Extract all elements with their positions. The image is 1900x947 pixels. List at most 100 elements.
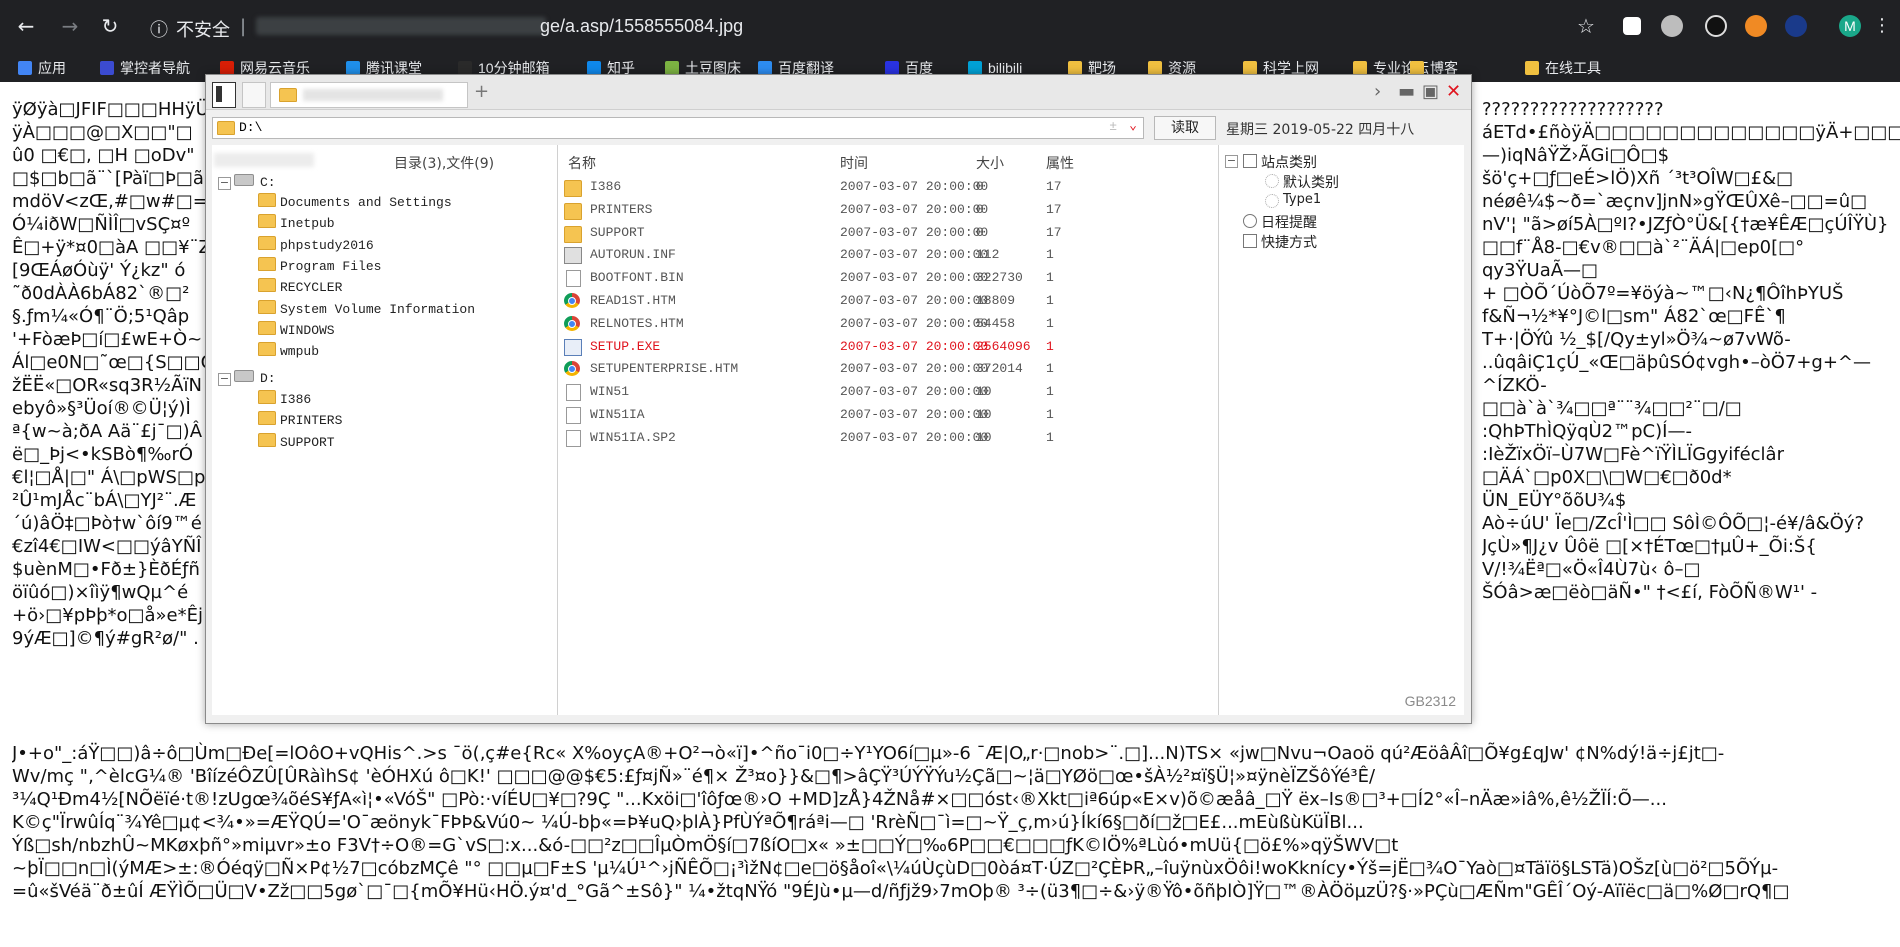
- tree-folder[interactable]: phpstudy2016: [258, 235, 374, 256]
- reload-icon[interactable]: ↻: [98, 14, 122, 38]
- security-label: 不安全: [176, 20, 230, 41]
- column-header-name[interactable]: 名称: [568, 153, 596, 173]
- tree-folder[interactable]: I386: [258, 390, 311, 410]
- file-row[interactable]: WIN51 2007-03-07 20:00:00 10 1: [558, 380, 1218, 403]
- column-header-attr[interactable]: 属性: [1046, 153, 1074, 173]
- bookmark-item[interactable]: 掌控者导航: [100, 58, 190, 78]
- file-name: READ1ST.HTM: [590, 293, 676, 308]
- dropdown-chevron-icon[interactable]: ⌄: [1129, 118, 1137, 133]
- file-icon: [566, 429, 581, 447]
- category-icon: [1243, 154, 1257, 168]
- file-row[interactable]: WIN51IA.SP2 2007-03-07 20:00:00 10 1: [558, 426, 1218, 449]
- collapse-icon[interactable]: −: [218, 373, 231, 386]
- extension-fox-icon[interactable]: [1745, 15, 1767, 37]
- folder-icon: [1068, 61, 1082, 75]
- file-row[interactable]: BOOTFONT.BIN 2007-03-07 20:00:00 322730 1: [558, 266, 1218, 289]
- bookmark-item[interactable]: 应用: [18, 58, 66, 78]
- plus-minus-icon[interactable]: ±: [1109, 119, 1117, 134]
- file-row[interactable]: WIN51IA 2007-03-07 20:00:00 10 1: [558, 403, 1218, 426]
- garbled-line: nV'¦ "ã>øí5À□ºI?•JZƒÒ°Ü&[{†æ¥ÊÆ□çÚÎŸÙ}: [1482, 214, 1889, 235]
- extension-dark-icon[interactable]: [1705, 15, 1727, 37]
- tree-folder[interactable]: Inetpub: [258, 214, 335, 234]
- site-category-default[interactable]: 默认类别: [1283, 172, 1339, 192]
- bookmark-favicon-icon: [758, 61, 772, 75]
- file-name: SETUPENTERPRISE.HTM: [590, 361, 739, 377]
- file-row[interactable]: I386 2007-03-07 20:00:00 0 17: [558, 175, 1218, 198]
- file-attr: 1: [1046, 338, 1054, 354]
- tab-drive-d[interactable]: [270, 82, 468, 108]
- tree-folder[interactable]: RECYCLER: [258, 278, 342, 298]
- back-arrow-icon[interactable]: ←: [14, 14, 38, 38]
- tree-label: C:: [260, 175, 276, 190]
- bookmark-item[interactable]: 在线工具: [1525, 58, 1601, 78]
- file-row[interactable]: SUPPORT 2007-03-07 20:00:00 0 17: [558, 221, 1218, 244]
- tree-folder[interactable]: SUPPORT: [258, 432, 335, 453]
- address-bar[interactable]: ⓘ 不安全 | ge/a.asp/1558555084.jpg: [138, 10, 1608, 42]
- tree-folder[interactable]: Documents and Settings: [258, 193, 452, 213]
- collapse-icon[interactable]: −: [1225, 155, 1238, 168]
- extension-h-icon[interactable]: [1623, 17, 1641, 35]
- panel-toggle-icon[interactable]: [212, 82, 236, 108]
- extension-star-icon[interactable]: [1785, 15, 1807, 37]
- tree-folder[interactable]: wmpub: [258, 342, 319, 362]
- file-time: 2007-03-07 20:00:00: [840, 315, 989, 331]
- garbled-line: —)iqNâŸŽ›ÃGi□Ô□$: [1482, 145, 1670, 166]
- redacted-label: [214, 153, 314, 167]
- chevron-right-icon[interactable]: ›: [1374, 81, 1381, 102]
- shortcut-item[interactable]: 快捷方式: [1261, 232, 1317, 252]
- file-attr: 1: [1046, 407, 1054, 422]
- garbled-line: ÜN_EÜY°õõU¾$: [1482, 490, 1627, 511]
- file-attr: 1: [1046, 293, 1054, 308]
- bookmark-favicon-icon: [346, 61, 360, 75]
- minimize-icon[interactable]: ▬: [1398, 81, 1415, 102]
- column-header-time[interactable]: 时间: [840, 153, 868, 173]
- file-size: 0: [976, 201, 984, 217]
- tree-drive[interactable]: C:: [234, 173, 276, 193]
- date-display: 星期三 2019-05-22 四月十八: [1226, 122, 1415, 138]
- file-row[interactable]: PRINTERS 2007-03-07 20:00:00 0 17: [558, 198, 1218, 221]
- file-row[interactable]: AUTORUN.INF 2007-03-07 20:00:00 112 1: [558, 243, 1218, 266]
- maximize-icon[interactable]: ▣: [1422, 81, 1439, 102]
- file-time: 2007-03-07 20:00:00: [840, 407, 989, 422]
- file-row[interactable]: READ1ST.HTM 2007-03-07 20:00:00 18809 1: [558, 289, 1218, 312]
- tree-folder[interactable]: WINDOWS: [258, 320, 335, 341]
- profile-avatar[interactable]: M: [1839, 15, 1861, 37]
- tree-folder[interactable]: System Volume Information: [258, 299, 475, 320]
- tab-blank-icon[interactable]: [242, 82, 266, 108]
- extension-gear-icon[interactable]: [1661, 15, 1683, 37]
- bookmark-label: 在线工具: [1545, 60, 1601, 76]
- file-list-pane: 名称 时间 大小 属性 I386 2007-03-07 20:00:00 0 17 PR…: [558, 145, 1219, 715]
- garbled-line: šö'ç+□ƒ□eÉ>lÖ)Xñ ´³t³OÎW□£&□: [1482, 168, 1794, 189]
- close-icon[interactable]: ✕: [1446, 81, 1461, 102]
- schedule-reminder-item[interactable]: 日程提醒: [1261, 212, 1317, 232]
- collapse-icon[interactable]: −: [218, 177, 231, 190]
- tree-folder[interactable]: PRINTERS: [258, 411, 342, 431]
- tree-drive[interactable]: D:: [234, 369, 276, 389]
- menu-kebab-icon[interactable]: ⋮: [1870, 14, 1894, 38]
- file-time: 2007-03-07 20:00:00: [840, 384, 989, 400]
- tree-label: RECYCLER: [280, 280, 343, 296]
- drive-icon: [234, 370, 254, 382]
- folder-icon: [217, 121, 235, 135]
- site-category-type1[interactable]: Type1: [1283, 192, 1321, 207]
- forward-arrow-icon[interactable]: →: [58, 14, 82, 38]
- tree-label: Documents and Settings: [280, 195, 452, 210]
- path-input[interactable]: D:\ ± ⌄: [212, 117, 1144, 139]
- tree-folder[interactable]: Program Files: [258, 256, 381, 277]
- chrome-icon: [564, 361, 580, 377]
- bookmark-favicon-icon: [100, 61, 114, 75]
- file-time: 2007-03-07 20:00:00: [840, 201, 989, 217]
- info-icon[interactable]: ⓘ: [150, 16, 168, 42]
- column-header-size[interactable]: 大小: [976, 153, 1004, 173]
- bookmark-star-icon[interactable]: ☆: [1574, 14, 1598, 38]
- file-row[interactable]: RELNOTES.HTM 2007-03-07 20:00:00 54458 1: [558, 312, 1218, 335]
- site-category-root[interactable]: 站点类别: [1261, 152, 1317, 172]
- folder-icon: [258, 342, 276, 357]
- file-row[interactable]: SETUP.EXE 2007-03-07 20:00:00 2564096 1: [558, 335, 1218, 358]
- file-row[interactable]: SETUPENTERPRISE.HTM 2007-03-07 20:00:00 37…: [558, 357, 1218, 380]
- file-name: SUPPORT: [590, 224, 645, 240]
- read-button[interactable]: 读取: [1154, 116, 1216, 140]
- new-tab-plus-icon[interactable]: +: [474, 81, 489, 102]
- folder-icon: [1525, 61, 1539, 75]
- tree-label: wmpub: [280, 344, 320, 360]
